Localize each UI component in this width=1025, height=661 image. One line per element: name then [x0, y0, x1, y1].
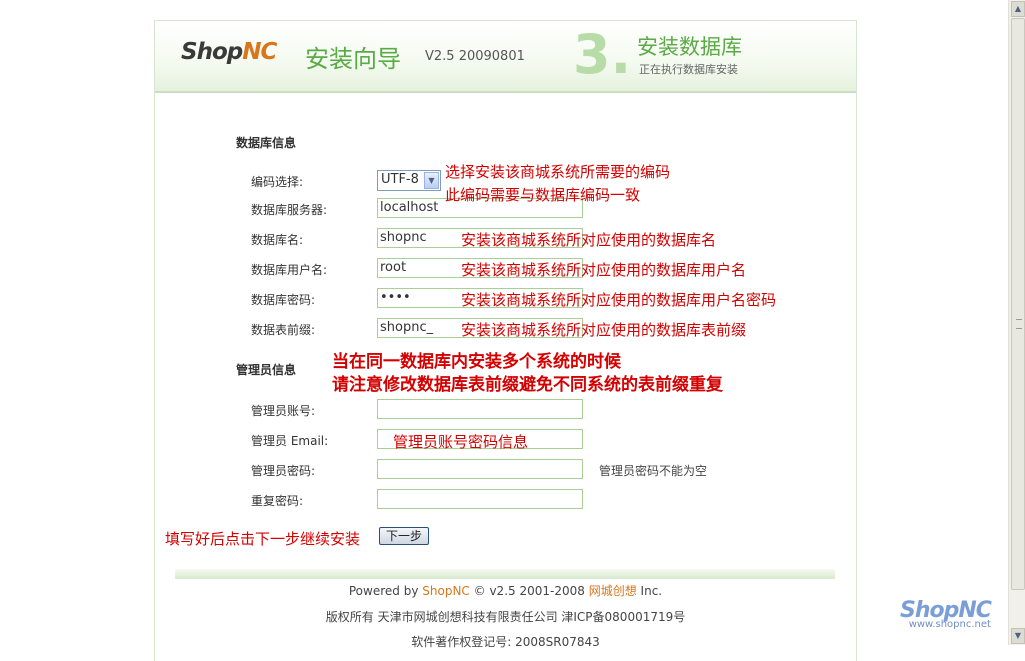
scroll-thumb[interactable]: [1011, 18, 1025, 590]
chevron-down-icon[interactable]: ▼: [424, 172, 439, 189]
shopnc-logo: ShopNC: [181, 39, 277, 65]
footer-divider: [175, 569, 835, 579]
db-prefix-label: 数据表前缀:: [251, 323, 316, 337]
encoding-label: 编码选择:: [251, 175, 304, 189]
admin-password-hint: 管理员密码不能为空: [599, 464, 708, 478]
admin-password-input[interactable]: [377, 459, 583, 479]
vertical-scrollbar[interactable]: ▲ ▼: [1008, 0, 1025, 645]
next-step-button[interactable]: 下一步: [379, 527, 429, 545]
annotation-warning-2: 请注意修改数据库表前缀避免不同系统的表前缀重复: [332, 375, 723, 395]
repeat-password-input[interactable]: [377, 489, 583, 509]
db-user-label: 数据库用户名:: [251, 263, 328, 277]
step-title: 安装数据库: [637, 35, 742, 59]
annotation-admin: 管理员账号密码信息: [393, 433, 529, 451]
annotation-next-step: 填写好后点击下一步继续安装: [165, 530, 361, 548]
db-server-label: 数据库服务器:: [251, 203, 328, 217]
annotation-warning-1: 当在同一数据库内安装多个系统的时候: [332, 352, 621, 372]
scroll-down-icon[interactable]: ▼: [1011, 628, 1025, 644]
annotation-db-name: 安装该商城系统所对应使用的数据库名: [461, 231, 717, 249]
admin-account-input[interactable]: [377, 399, 583, 419]
db-name-label: 数据库名:: [251, 233, 304, 247]
annotation-encoding-2: 此编码需要与数据库编码一致: [445, 186, 641, 204]
annotation-db-password: 安装该商城系统所对应使用的数据库用户名密码: [461, 291, 777, 309]
wizard-title: 安装向导: [305, 45, 401, 73]
shopnc-link[interactable]: ShopNC: [422, 584, 470, 598]
db-password-label: 数据库密码:: [251, 293, 316, 307]
annotation-encoding-1: 选择安装该商城系统所需要的编码: [445, 163, 671, 181]
version-label: V2.5 20090801: [425, 49, 525, 64]
annotation-db-prefix: 安装该商城系统所对应使用的数据库表前缀: [461, 321, 747, 339]
admin-password-label: 管理员密码:: [251, 464, 316, 478]
grip-icon: [1016, 319, 1022, 329]
admin-email-label: 管理员 Email:: [251, 434, 329, 448]
step-subtitle: 正在执行数据库安装: [639, 63, 738, 76]
powered-by: Powered by ShopNC © v2.5 2001-2008 网城创想 …: [348, 584, 663, 598]
admin-section-title: 管理员信息: [236, 363, 297, 377]
repeat-password-label: 重复密码:: [251, 494, 304, 508]
shopnc-watermark: ShopNC www.shopnc.net: [900, 598, 992, 630]
step-number: 3.: [573, 23, 632, 86]
encoding-select[interactable]: UTF-8 ▼: [377, 170, 441, 191]
scroll-up-icon[interactable]: ▲: [1011, 1, 1025, 17]
installer-header: ShopNC 安装向导 V2.5 20090801 3. 安装数据库 正在执行数…: [155, 21, 856, 93]
company-link[interactable]: 网城创想: [589, 584, 637, 598]
annotation-db-user: 安装该商城系统所对应使用的数据库用户名: [461, 261, 747, 279]
admin-account-label: 管理员账号:: [251, 404, 316, 418]
db-section-title: 数据库信息: [236, 136, 297, 150]
software-registration: 软件著作权登记号: 2008SR07843: [411, 635, 600, 649]
copyright-text: 版权所有 天津市网城创想科技有限责任公司 津ICP备080001719号: [325, 610, 686, 624]
installer-panel: ShopNC 安装向导 V2.5 20090801 3. 安装数据库 正在执行数…: [154, 20, 857, 661]
encoding-value: UTF-8: [381, 172, 419, 187]
